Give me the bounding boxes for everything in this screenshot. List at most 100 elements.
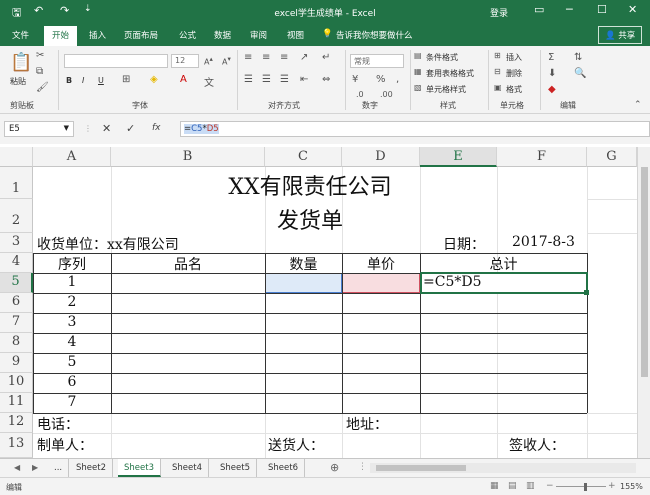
tab-data[interactable]: 数据 — [214, 29, 231, 41]
sheet-tab[interactable]: Sheet4 — [166, 459, 209, 477]
horizontal-scrollbar[interactable] — [370, 463, 636, 473]
comma-icon[interactable]: , — [396, 74, 399, 85]
italic-button[interactable]: I — [82, 76, 84, 85]
col-header-a[interactable]: A — [33, 147, 111, 167]
find-icon[interactable]: 🔍 — [574, 68, 586, 79]
row-header-2[interactable]: 2 — [0, 199, 33, 233]
chevron-down-icon[interactable]: ▼ — [64, 124, 69, 132]
zoom-level[interactable]: 155% — [620, 482, 643, 491]
grow-font-icon[interactable]: A▴ — [204, 55, 213, 67]
col-header-f[interactable]: F — [497, 147, 587, 167]
paste-icon[interactable]: 📋 — [10, 52, 32, 73]
tab-page-layout[interactable]: 页面布局 — [124, 29, 158, 41]
cell-c5[interactable] — [265, 273, 342, 293]
sheet-tab[interactable]: Sheet2 — [70, 459, 113, 477]
cancel-icon[interactable]: ✕ — [102, 122, 111, 135]
login-button[interactable]: 登录 — [490, 6, 508, 19]
align-middle-icon[interactable]: ≡ — [262, 52, 270, 63]
indent-icon[interactable]: ⇤ — [300, 74, 308, 85]
orientation-icon[interactable]: ↗ — [300, 52, 308, 63]
share-button[interactable]: 👤 共享 — [598, 26, 643, 44]
col-header-b[interactable]: B — [111, 147, 265, 167]
ribbon-display-icon[interactable]: ▭ — [534, 3, 544, 16]
normal-view-icon[interactable]: ▦ — [490, 481, 499, 491]
col-header-d[interactable]: D — [342, 147, 420, 167]
row-header-7[interactable]: 7 — [0, 313, 33, 333]
row-header-4[interactable]: 4 — [0, 253, 33, 273]
align-left-icon[interactable]: ☰ — [244, 74, 253, 85]
enter-icon[interactable]: ✓ — [126, 122, 135, 135]
col-header-g[interactable]: G — [587, 147, 637, 167]
row-header-13[interactable]: 13 — [0, 433, 33, 458]
increase-decimal-icon[interactable]: .0 — [356, 90, 364, 99]
tab-insert[interactable]: 插入 — [89, 29, 106, 41]
vertical-scrollbar[interactable] — [637, 147, 650, 458]
row-header-12[interactable]: 12 — [0, 413, 33, 433]
border-icon[interactable]: ⊞ — [122, 74, 130, 85]
align-center-icon[interactable]: ☰ — [262, 74, 271, 85]
autosum-icon[interactable]: Σ — [548, 52, 554, 63]
currency-icon[interactable]: ¥ — [352, 74, 358, 85]
align-bottom-icon[interactable]: ≡ — [280, 52, 288, 63]
format-as-table-button[interactable]: 套用表格格式 — [426, 68, 474, 79]
page-break-icon[interactable]: ▥ — [526, 481, 535, 491]
tab-formulas[interactable]: 公式 — [179, 29, 196, 41]
sort-filter-icon[interactable]: ⇅ — [574, 52, 582, 63]
align-top-icon[interactable]: ≡ — [244, 52, 252, 63]
wrap-text-icon[interactable]: ↵ — [322, 52, 330, 63]
number-format-dropdown[interactable]: 常规 — [350, 54, 404, 68]
copy-icon[interactable]: ⧉ — [36, 66, 43, 77]
minimize-icon[interactable]: ─ — [566, 3, 573, 16]
row-header-3[interactable]: 3 — [0, 233, 33, 253]
collapse-ribbon-icon[interactable]: ⌃ — [634, 100, 642, 110]
align-right-icon[interactable]: ☰ — [280, 74, 289, 85]
fill-icon[interactable]: ⬇ — [548, 68, 556, 79]
worksheet-grid[interactable]: A B C D E F G 1 2 3 4 5 6 7 8 9 10 11 12… — [0, 147, 637, 458]
scrollbar-thumb[interactable] — [641, 167, 648, 377]
row-header-5[interactable]: 5 — [0, 273, 33, 293]
font-size-dropdown[interactable]: 12 — [171, 54, 199, 68]
row-header-8[interactable]: 8 — [0, 333, 33, 353]
sheet-tab[interactable]: Sheet5 — [214, 459, 257, 477]
phonetic-icon[interactable]: 文 — [204, 74, 214, 89]
page-layout-icon[interactable]: ▤ — [508, 481, 517, 491]
select-all-corner[interactable] — [0, 147, 33, 167]
insert-cells-button[interactable]: 插入 — [506, 52, 522, 63]
hscroll-thumb[interactable] — [376, 465, 466, 471]
fill-handle[interactable] — [584, 290, 589, 295]
cut-icon[interactable]: ✂ — [36, 50, 44, 61]
prev-sheet-icon[interactable]: ◀ — [14, 463, 20, 472]
zoom-out-icon[interactable]: − — [546, 481, 554, 491]
underline-button[interactable]: U — [98, 76, 104, 85]
format-cells-button[interactable]: 格式 — [506, 84, 522, 95]
clear-icon[interactable]: ◆ — [548, 84, 556, 95]
cell-styles-button[interactable]: 单元格样式 — [426, 84, 466, 95]
maximize-icon[interactable]: ☐ — [597, 3, 607, 16]
shrink-font-icon[interactable]: A▾ — [222, 55, 231, 67]
name-box[interactable]: E5 ▼ — [4, 121, 74, 137]
next-sheet-icon[interactable]: ▶ — [32, 463, 38, 472]
tab-view[interactable]: 视图 — [287, 29, 304, 41]
percent-icon[interactable]: % — [376, 74, 386, 85]
row-header-6[interactable]: 6 — [0, 293, 33, 313]
paste-button[interactable]: 粘贴 — [10, 76, 26, 87]
sheet-tab[interactable]: Sheet6 — [262, 459, 305, 477]
add-sheet-icon[interactable]: ⊕ — [330, 461, 339, 474]
row-header-11[interactable]: 11 — [0, 393, 33, 413]
formula-input[interactable]: =C5*D5 — [180, 121, 650, 137]
cell-d5[interactable] — [342, 273, 420, 293]
format-painter-icon[interactable]: 🖌 — [36, 82, 49, 93]
row-header-1[interactable]: 1 — [0, 167, 33, 199]
sheet-tab-active[interactable]: Sheet3 — [118, 459, 161, 477]
bold-button[interactable]: B — [66, 76, 72, 85]
merge-center-icon[interactable]: ⇔ — [322, 74, 330, 85]
tab-home[interactable]: 开始 — [44, 26, 78, 46]
insert-function-icon[interactable]: fx — [152, 123, 161, 133]
tab-review[interactable]: 审阅 — [250, 29, 267, 41]
conditional-format-button[interactable]: 条件格式 — [426, 52, 458, 63]
decrease-decimal-icon[interactable]: .00 — [380, 90, 393, 99]
col-header-e[interactable]: E — [420, 147, 497, 167]
row-header-10[interactable]: 10 — [0, 373, 33, 393]
font-name-dropdown[interactable] — [64, 54, 168, 68]
zoom-slider[interactable] — [556, 486, 606, 487]
